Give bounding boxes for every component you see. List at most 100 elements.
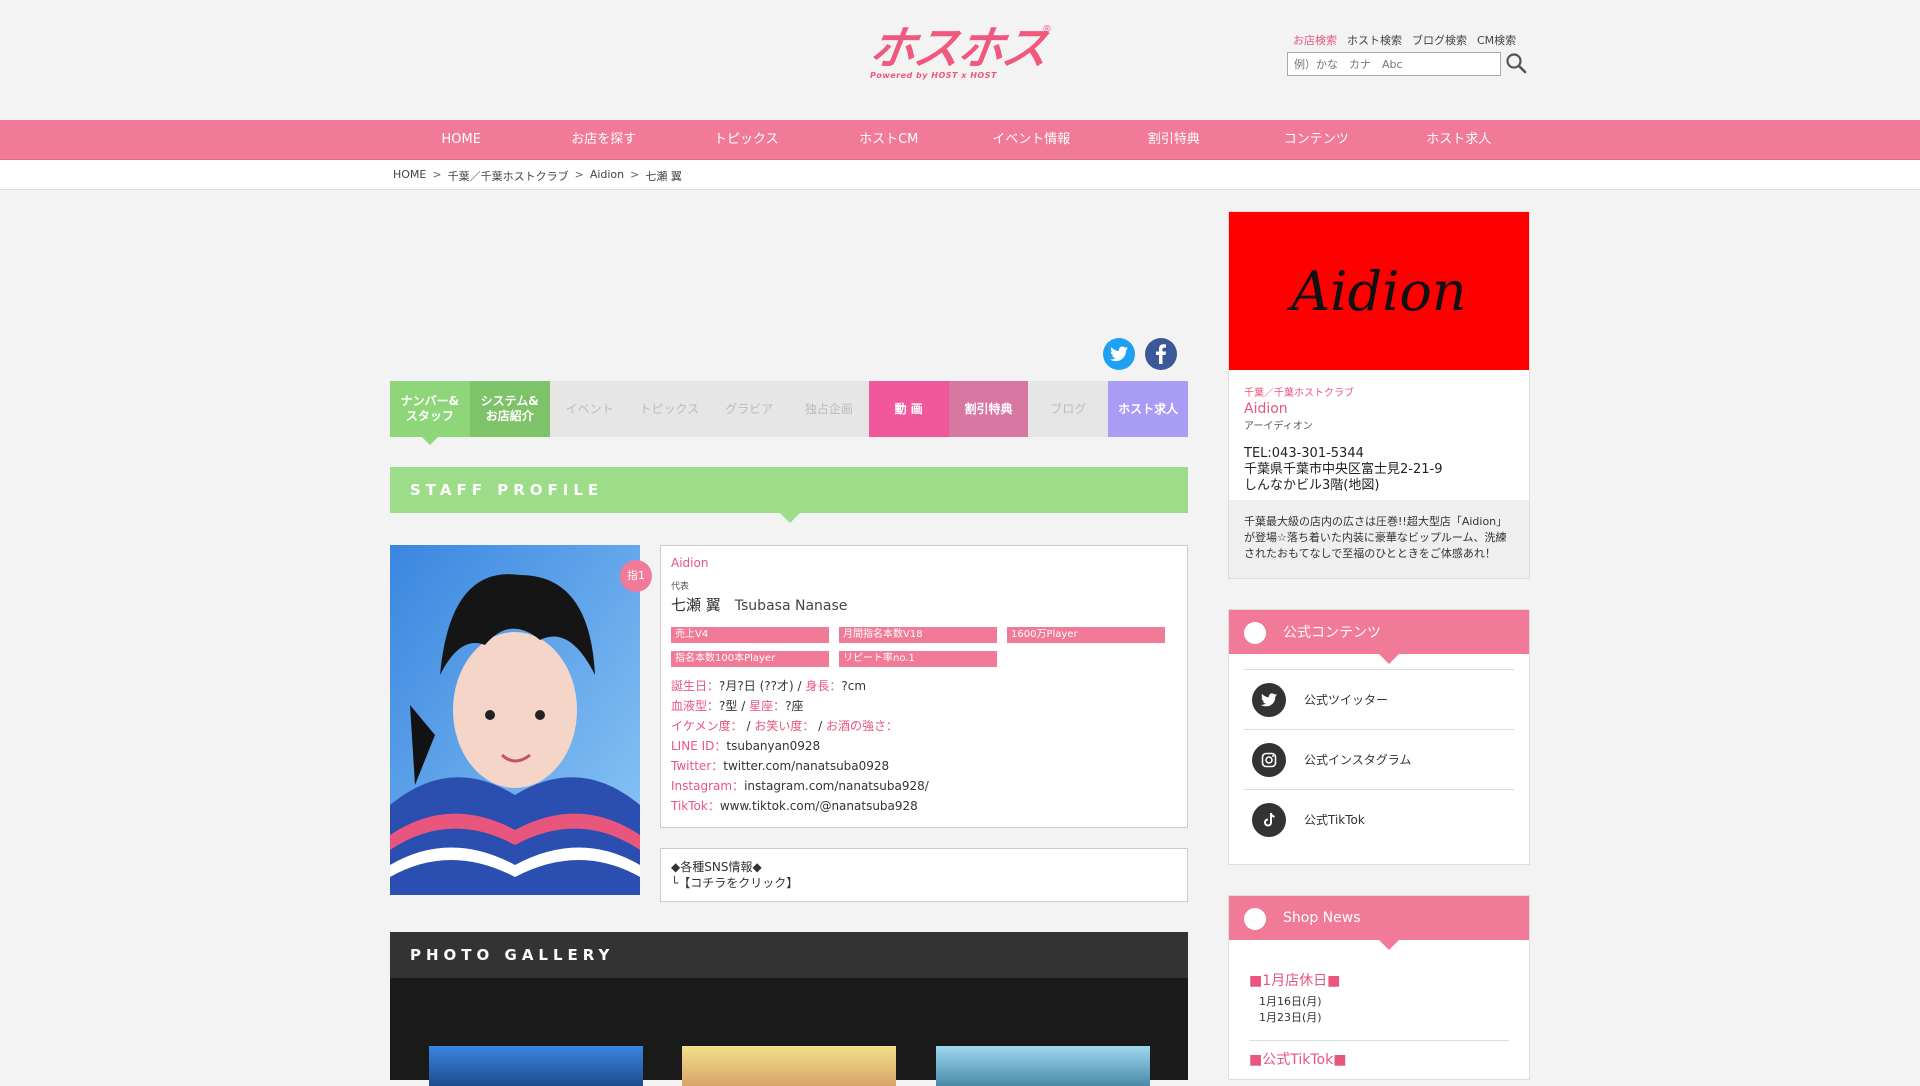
tab-label: ブログ bbox=[1050, 401, 1087, 416]
site-header: ホスホス Powered by HOST x HOST ® お店検索 ホスト検索… bbox=[0, 0, 1920, 120]
instagram-icon bbox=[1252, 742, 1286, 777]
twitter-icon bbox=[1252, 682, 1286, 717]
shop-tel: TEL:043-301-5344 bbox=[1244, 446, 1364, 461]
instagram-label: Instagram： bbox=[671, 779, 745, 793]
tab-label: 独占企画 bbox=[804, 401, 853, 416]
shop-name[interactable]: Aidion bbox=[1244, 401, 1514, 417]
profile-instagram-row: Instagram：instagram.com/nanatsuba928/ bbox=[671, 776, 1177, 796]
profile-name: 七瀬 翼 Tsubasa Nanase bbox=[671, 594, 1177, 615]
nav-host-cm[interactable]: ホストCM bbox=[818, 120, 961, 160]
shop-name-kana: アーイディオン bbox=[1244, 421, 1313, 432]
facebook-share-button[interactable] bbox=[1145, 338, 1177, 370]
nav-find-shop[interactable]: お店を探す bbox=[533, 120, 676, 160]
profile-twitter-row: Twitter：twitter.com/nanatsuba0928 bbox=[671, 756, 1177, 776]
registered-mark: ® bbox=[1042, 24, 1052, 35]
header-dot-icon bbox=[1244, 908, 1266, 930]
sign-value: ?座 bbox=[785, 699, 804, 713]
blood-label: 血液型： bbox=[671, 699, 720, 713]
heading-arrow bbox=[780, 513, 800, 523]
search-tab-cm[interactable]: CM検索 bbox=[1477, 32, 1516, 48]
breadcrumb-separator: > bbox=[574, 168, 584, 181]
nav-recruit[interactable]: ホスト求人 bbox=[1388, 120, 1531, 160]
header-arrow bbox=[1379, 940, 1399, 950]
shop-card: Aidion 千葉／千葉ホストクラブ Aidion アーイディオン TEL:04… bbox=[1228, 211, 1530, 579]
tab-label: イベント bbox=[565, 401, 614, 416]
gallery-thumbnail[interactable] bbox=[429, 1046, 643, 1086]
tab-label: ホスト求人 bbox=[1118, 401, 1179, 416]
gallery-thumbnail[interactable] bbox=[936, 1046, 1150, 1086]
nav-events[interactable]: イベント情報 bbox=[960, 120, 1103, 160]
shop-logo-text: Aidion bbox=[1291, 259, 1467, 323]
tab-gravure: グラビア bbox=[709, 381, 789, 437]
breadcrumb: HOME > 千葉／千葉ホストクラブ > Aidion > 七瀬 翼 bbox=[0, 160, 1920, 190]
tiktok-link[interactable]: www.tiktok.com/@nanatsuba928 bbox=[720, 799, 918, 813]
photo-gallery bbox=[390, 978, 1188, 1086]
twitter-label: Twitter： bbox=[671, 759, 724, 773]
tab-video[interactable]: 動 画 bbox=[868, 381, 949, 437]
shop-logo[interactable]: Aidion bbox=[1229, 212, 1529, 370]
official-tiktok-link[interactable]: 公式TikTok bbox=[1244, 789, 1514, 849]
staff-profile-title: STAFF PROFILE bbox=[410, 481, 604, 499]
tab-discount[interactable]: 割引特典 bbox=[948, 381, 1029, 437]
shop-news: Shop News ■1月店休日■ 1月16日(月) 1月23日(月) ■公式T… bbox=[1228, 895, 1530, 1080]
sns-info-title: ◆各種SNS情報◆ bbox=[671, 860, 762, 874]
profile-rating-row: イケメン度： / お笑い度： / お酒の強さ： bbox=[671, 719, 899, 733]
header-arrow bbox=[1379, 654, 1399, 664]
breadcrumb-separator: > bbox=[432, 168, 442, 181]
instagram-link[interactable]: instagram.com/nanatsuba928/ bbox=[744, 779, 929, 793]
tab-system[interactable]: システム& お店紹介 bbox=[469, 381, 550, 437]
breadcrumb-shop[interactable]: Aidion bbox=[590, 168, 624, 184]
official-twitter-label: 公式ツイッター bbox=[1304, 693, 1389, 707]
birthday-value: ?月?日 (??才) bbox=[719, 679, 794, 693]
profile-tag: 1600万Player bbox=[1007, 627, 1165, 643]
tab-exclusive: 独占企画 bbox=[788, 381, 869, 437]
nav-discounts[interactable]: 割引特典 bbox=[1103, 120, 1246, 160]
official-instagram-link[interactable]: 公式インスタグラム bbox=[1244, 729, 1514, 789]
profile-tag: リピート率no.1 bbox=[839, 651, 997, 667]
staff-profile-heading: STAFF PROFILE bbox=[390, 467, 1188, 523]
tab-topics: トピックス bbox=[629, 381, 710, 437]
shop-building[interactable]: しんなかビル3階(地図) bbox=[1244, 478, 1514, 494]
shop-news-title: Shop News bbox=[1283, 910, 1361, 926]
breadcrumb-area[interactable]: 千葉／千葉ホストクラブ bbox=[448, 168, 569, 184]
breadcrumb-separator: > bbox=[630, 168, 640, 181]
profile-tiktok-row: TikTok：www.tiktok.com/@nanatsuba928 bbox=[671, 796, 1177, 816]
news-item-title[interactable]: ■公式TikTok■ bbox=[1249, 1040, 1509, 1069]
nav-contents[interactable]: コンテンツ bbox=[1245, 120, 1388, 160]
breadcrumb-home[interactable]: HOME bbox=[393, 168, 426, 184]
nav-topics[interactable]: トピックス bbox=[675, 120, 818, 160]
sns-info-link[interactable]: └【コチラをクリック】 bbox=[671, 875, 1177, 891]
tab-label: システム& お店紹介 bbox=[480, 394, 539, 423]
profile-shop-name[interactable]: Aidion bbox=[671, 556, 1177, 570]
birthday-label: 誕生日： bbox=[671, 679, 720, 693]
tab-label: グラビア bbox=[725, 401, 774, 416]
profile-info: Aidion 代表 七瀬 翼 Tsubasa Nanase 売上V4 月間指名本数… bbox=[660, 545, 1188, 828]
sake-label: お酒の強さ： bbox=[826, 719, 899, 733]
twitter-share-button[interactable] bbox=[1103, 338, 1135, 370]
search-tab-blog[interactable]: ブログ検索 bbox=[1412, 32, 1467, 48]
gallery-thumbnail[interactable] bbox=[682, 1046, 896, 1086]
official-tiktok-label: 公式TikTok bbox=[1304, 813, 1365, 827]
profile-tag: 売上V4 bbox=[671, 627, 829, 643]
official-instagram-label: 公式インスタグラム bbox=[1304, 753, 1412, 767]
nav-home[interactable]: HOME bbox=[390, 120, 533, 160]
official-contents-header: 公式コンテンツ bbox=[1229, 610, 1529, 664]
site-logo[interactable]: ホスホス Powered by HOST x HOST ® bbox=[866, 22, 1052, 80]
shop-tabs: ナンバー& スタッフ システム& お店紹介 イベント トピックス グラビア 独占… bbox=[390, 381, 1188, 445]
tab-label: トピックス bbox=[639, 401, 700, 416]
global-nav: HOME お店を探す トピックス ホストCM イベント情報 割引特典 コンテンツ… bbox=[0, 120, 1920, 160]
owarai-label: お笑い度： bbox=[754, 719, 815, 733]
search-tab-shop[interactable]: お店検索 bbox=[1293, 32, 1337, 48]
tab-number-staff[interactable]: ナンバー& スタッフ bbox=[390, 381, 470, 445]
tab-event: イベント bbox=[549, 381, 630, 437]
search-button[interactable] bbox=[1505, 52, 1527, 74]
tab-recruit[interactable]: ホスト求人 bbox=[1108, 381, 1188, 437]
news-item-title[interactable]: ■1月店休日■ bbox=[1249, 970, 1509, 990]
official-twitter-link[interactable]: 公式ツイッター bbox=[1244, 669, 1514, 729]
search-input[interactable] bbox=[1287, 52, 1501, 76]
header-dot-icon bbox=[1244, 622, 1266, 644]
search-tab-host[interactable]: ホスト検索 bbox=[1347, 32, 1402, 48]
twitter-link[interactable]: twitter.com/nanatsuba0928 bbox=[723, 759, 889, 773]
shop-area[interactable]: 千葉／千葉ホストクラブ bbox=[1244, 384, 1514, 399]
tiktok-icon bbox=[1252, 802, 1286, 837]
